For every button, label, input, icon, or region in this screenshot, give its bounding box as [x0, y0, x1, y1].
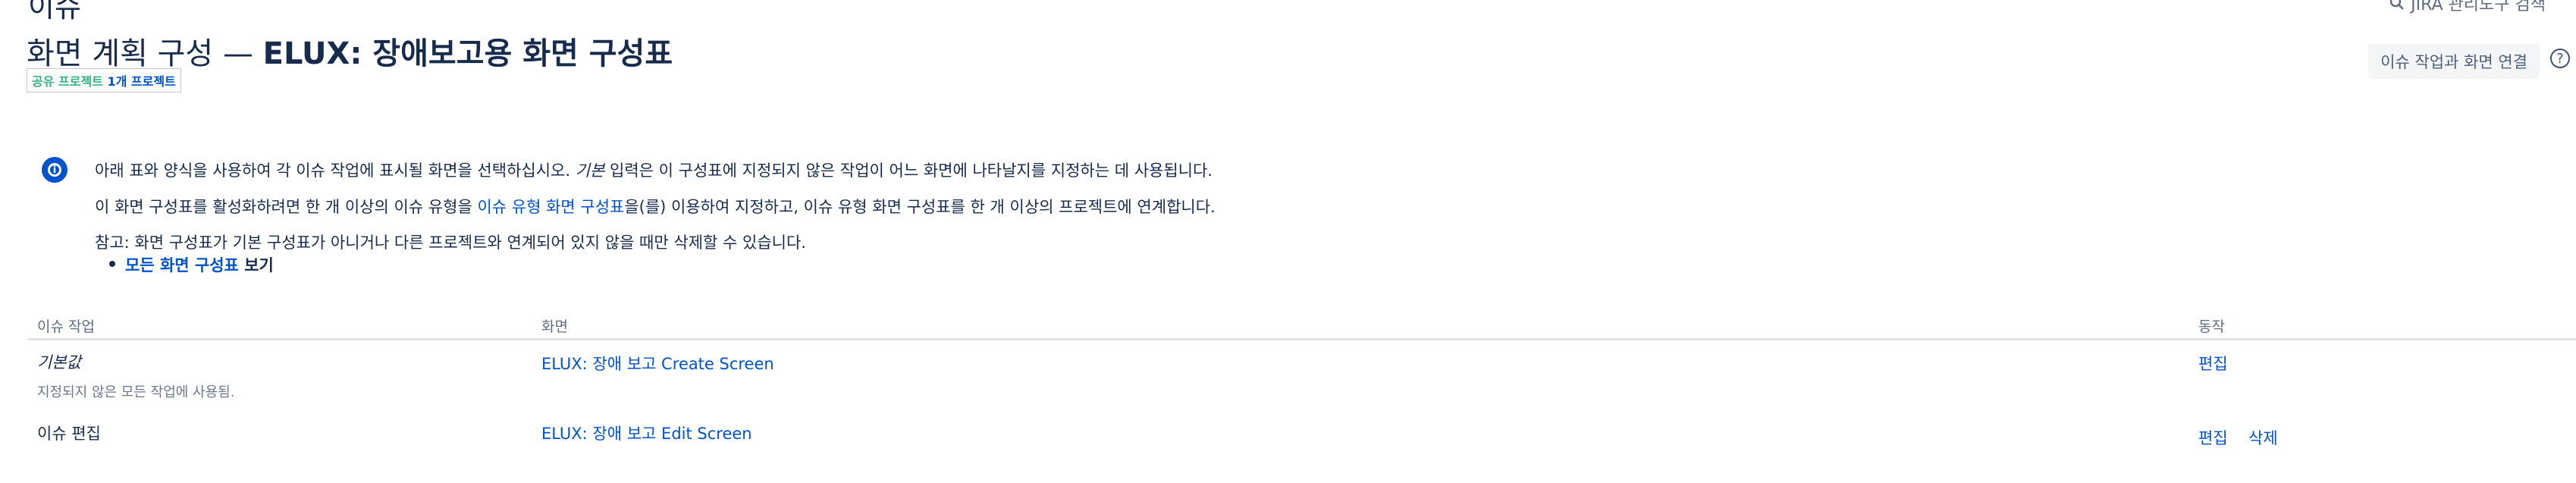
- all-screen-schemes-link[interactable]: 모든 화면 구성표: [125, 256, 239, 274]
- issue-type-screen-scheme-link[interactable]: 이슈 유형 화면 구성표: [477, 198, 624, 216]
- header-screen: 화면: [541, 318, 568, 335]
- operation-note: 지정되지 않은 모든 작업에 사용됨.: [37, 384, 235, 400]
- view-suffix: 보기: [238, 256, 274, 274]
- info-line-1-text-a: 아래 표와 양식을 사용하여 각 이슈 작업에 표시될 화면을 선택하십시오.: [95, 162, 576, 180]
- admin-search[interactable]: JIRA 관리도구 검색: [2389, 0, 2546, 15]
- screen-link[interactable]: ELUX: 장애 보고 Edit Screen: [541, 422, 752, 444]
- help-icon[interactable]: ?: [2550, 49, 2570, 68]
- header-actions: 동작: [2198, 318, 2225, 335]
- associate-operation-button[interactable]: 이슈 작업과 화면 연결: [2368, 44, 2540, 79]
- info-icon: i: [42, 157, 67, 183]
- info-line-1-text-b: 입력은 이 구성표에 지정되지 않은 작업이 어느 화면에 나타날지를 지정하는…: [604, 162, 1213, 180]
- delete-action[interactable]: 삭제: [2248, 426, 2278, 449]
- view-all-schemes-item: 모든 화면 구성표 보기: [109, 253, 274, 276]
- info-line-1-emphasis: 기본: [575, 162, 605, 180]
- info-line-3: 참고: 화면 구성표가 기본 구성표가 아니거나 다른 프로젝트와 연계되어 있…: [95, 234, 806, 252]
- operation-name: 이슈 편집: [37, 425, 101, 443]
- title-prefix: 화면 계획 구성 —: [27, 36, 263, 71]
- info-line-2-text-a: 이 화면 구성표를 활성화하려면 한 개 이상의 이슈 유형을: [95, 198, 478, 216]
- screen-link[interactable]: ELUX: 장애 보고 Create Screen: [541, 352, 774, 375]
- info-line-1: 아래 표와 양식을 사용하여 각 이슈 작업에 표시될 화면을 선택하십시오. …: [95, 158, 1213, 181]
- issues-heading: 이슈: [28, 0, 81, 24]
- info-line-2-text-b: 을(를) 이용하여 지정하고, 이슈 유형 화면 구성표를 한 개 이상의 프로…: [624, 198, 1216, 216]
- header-issue-operation: 이슈 작업: [37, 318, 95, 335]
- shared-projects-badge[interactable]: 공유 프로젝트 1개 프로젝트: [27, 68, 181, 93]
- table-header-divider: [28, 338, 2576, 340]
- search-icon: [2389, 0, 2405, 10]
- search-placeholder: JIRA 관리도구 검색: [2411, 0, 2546, 14]
- page-title: 화면 계획 구성 — ELUX: 장애보고용 화면 구성표: [27, 29, 673, 73]
- shared-label: 공유 프로젝트: [32, 74, 103, 89]
- operation-name: 기본값: [37, 353, 81, 372]
- shared-count: 1개 프로젝트: [107, 74, 176, 89]
- edit-action[interactable]: 편집: [2198, 352, 2228, 375]
- title-scheme-name: ELUX: 장애보고용 화면 구성표: [262, 36, 673, 71]
- info-line-2: 이 화면 구성표를 활성화하려면 한 개 이상의 이슈 유형을 이슈 유형 화면…: [95, 195, 1216, 218]
- edit-action[interactable]: 편집: [2198, 426, 2228, 449]
